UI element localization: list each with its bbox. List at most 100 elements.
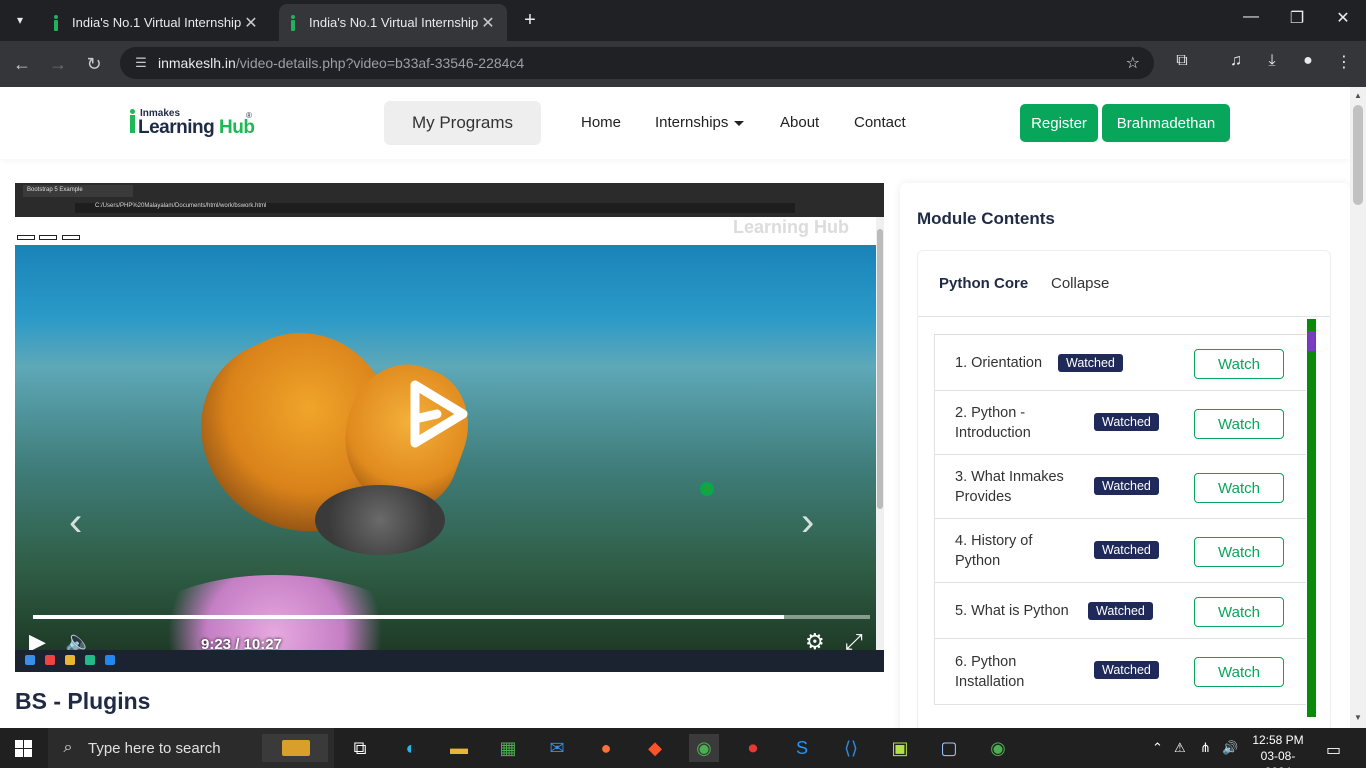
window-close-icon[interactable]: ✕ <box>1320 8 1366 28</box>
video-player[interactable]: Bootstrap 5 Example C:/Users/PHP%20Malay… <box>15 183 884 672</box>
chrome-menu-icon[interactable]: ⋮ <box>1332 52 1356 72</box>
clock-time: 12:58 PM <box>1252 733 1304 747</box>
tab-close-icon[interactable]: ✕ <box>242 13 260 33</box>
file-explorer-icon[interactable]: ▬ <box>444 734 474 762</box>
video-progress-bar[interactable] <box>33 615 870 619</box>
browser-toolbar: ← → ↻ ☰ inmakeslh.in/video-details.php?v… <box>0 41 1366 87</box>
chrome-icon[interactable]: ◉ <box>689 734 719 762</box>
back-icon[interactable]: ← <box>10 52 34 76</box>
downloads-icon[interactable]: ⤓ <box>1260 52 1284 70</box>
clock-date: 03-08-2024 <box>1260 749 1296 768</box>
carousel-indicator <box>62 235 80 240</box>
task-view-icon[interactable]: ⧉ <box>345 734 375 762</box>
collapse-toggle[interactable]: Collapse <box>1051 275 1109 292</box>
video-inner-scrollbar <box>876 217 884 650</box>
windows-start-icon[interactable] <box>15 740 32 757</box>
app-s-icon[interactable]: S <box>787 734 817 762</box>
inmakes-logo[interactable]: Inmakes Learning Hub ® <box>128 107 258 141</box>
inner-chrome-icon <box>85 655 95 665</box>
cursor-highlight <box>700 482 714 496</box>
notifications-icon[interactable]: ▭ <box>1326 740 1341 760</box>
module-contents-title: Module Contents <box>917 209 1055 228</box>
browser-tab-1[interactable]: India's No.1 Virtual Internship P ✕ <box>42 4 270 41</box>
watched-badge: Watched <box>1058 354 1123 372</box>
carousel-next-icon[interactable]: › <box>801 500 814 545</box>
site-settings-icon[interactable]: ☰ <box>124 55 158 71</box>
volume-tray-icon[interactable]: 🔊 <box>1222 740 1238 756</box>
page-scrollbar[interactable]: ▲ ▼ <box>1350 87 1366 728</box>
browser-tab-strip: ▾ India's No.1 Virtual Internship P ✕ In… <box>0 0 1366 41</box>
edge-icon[interactable]: ◐ <box>396 734 426 762</box>
watch-button[interactable]: Watch <box>1194 473 1284 503</box>
carousel-indicator <box>39 235 57 240</box>
inner-folder-icon <box>65 655 75 665</box>
new-tab-icon[interactable]: + <box>518 8 542 32</box>
profile-icon[interactable]: ● <box>1296 52 1320 70</box>
nav-about-link[interactable]: About <box>780 114 819 131</box>
media-controls-icon[interactable]: ♫ <box>1224 52 1248 70</box>
tab-search-chevron-icon[interactable]: ▾ <box>6 7 34 33</box>
forward-icon[interactable]: → <box>46 52 70 76</box>
scroll-down-icon[interactable]: ▼ <box>1354 713 1362 722</box>
mail-icon[interactable]: ✉ <box>542 734 572 762</box>
module-name: 1. Orientation <box>955 355 1043 371</box>
app-window-icon[interactable]: ▢ <box>934 734 964 762</box>
reload-icon[interactable]: ↻ <box>82 52 106 76</box>
carousel-prev-icon[interactable]: ‹ <box>69 500 82 545</box>
register-button[interactable]: Register <box>1020 104 1098 142</box>
nav-internships-dropdown[interactable]: Internships <box>655 114 745 131</box>
my-programs-button[interactable]: My Programs <box>384 101 541 145</box>
inner-app-icon <box>45 655 55 665</box>
nav-home-link[interactable]: Home <box>581 114 621 131</box>
user-account-button[interactable]: Brahmadethan <box>1102 104 1230 142</box>
page-scrollbar-thumb[interactable] <box>1353 105 1363 205</box>
watch-button[interactable]: Watch <box>1194 409 1284 439</box>
scroll-up-icon[interactable]: ▲ <box>1354 91 1362 100</box>
module-name: 3. What Inmakes Provides <box>955 469 1064 505</box>
minimize-icon[interactable]: — <box>1228 8 1274 26</box>
chrome-icon-2[interactable]: ◉ <box>983 734 1013 762</box>
butterfly-carousel-image: ‹ › <box>15 245 876 650</box>
extensions-icon[interactable]: ⧉ <box>1170 52 1194 70</box>
list-item: 5. What is Python Watched Watch <box>934 583 1306 639</box>
web-page: Inmakes Learning Hub ® My Programs Home … <box>0 87 1350 728</box>
video-inner-address: C:/Users/PHP%20Malayalam/Documents/html/… <box>75 203 795 213</box>
brave-icon[interactable]: ◆ <box>640 734 670 762</box>
tray-chevron-icon[interactable]: ⌃ <box>1152 740 1163 756</box>
recorder-icon[interactable]: ⏺ <box>738 734 768 762</box>
module-name: 6. Python Installation <box>955 654 1025 690</box>
play-logo-icon[interactable] <box>407 379 469 449</box>
browser-tab-2[interactable]: India's No.1 Virtual Internship P ✕ <box>279 4 507 41</box>
module-name: 2. Python - Introduction <box>955 405 1031 441</box>
caret-down-icon <box>734 120 745 126</box>
nav-contact-link[interactable]: Contact <box>854 114 906 131</box>
video-inner-taskbar <box>15 650 884 672</box>
lesson-title: BS - Plugins <box>15 688 151 714</box>
restore-icon[interactable]: ❐ <box>1274 8 1320 28</box>
tab-title: India's No.1 Virtual Internship P <box>72 15 242 30</box>
address-bar[interactable]: ☰ inmakeslh.in/video-details.php?video=b… <box>120 47 1154 79</box>
list-item: 4. History of Python Watched Watch <box>934 519 1306 583</box>
taskbar-search-box[interactable]: ⌕ Type here to search <box>48 728 334 768</box>
watch-button[interactable]: Watch <box>1194 597 1284 627</box>
video-inner-tab: Bootstrap 5 Example <box>23 185 133 197</box>
bookmark-star-icon[interactable]: ☆ <box>1126 53 1140 73</box>
watched-badge: Watched <box>1094 541 1159 559</box>
store-icon[interactable]: ▦ <box>493 734 523 762</box>
windows-taskbar: ⌕ Type here to search ⧉ ◐ ▬ ▦ ✉ ● ◆ ◉ ⏺ … <box>0 728 1366 768</box>
vscode-icon[interactable]: ⟨⟩ <box>836 734 866 762</box>
module-card: Python Core Collapse 1. Orientation Watc… <box>917 250 1331 728</box>
list-item: 3. What Inmakes Provides Watched Watch <box>934 455 1306 519</box>
watch-button[interactable]: Watch <box>1194 657 1284 687</box>
module-list-scrollbar[interactable] <box>1307 319 1316 717</box>
watched-badge: Watched <box>1094 661 1159 679</box>
network-warning-icon[interactable]: ⚠ <box>1174 740 1186 756</box>
wifi-icon[interactable]: ⋔ <box>1200 740 1211 756</box>
search-highlight-icon <box>262 734 328 762</box>
watch-button[interactable]: Watch <box>1194 537 1284 567</box>
taskbar-clock[interactable]: 12:58 PM 03-08-2024 <box>1248 732 1308 768</box>
pycharm-icon[interactable]: ▣ <box>885 734 915 762</box>
watch-button[interactable]: Watch <box>1194 349 1284 379</box>
tab-close-icon[interactable]: ✕ <box>479 13 497 33</box>
firefox-icon[interactable]: ● <box>591 734 621 762</box>
